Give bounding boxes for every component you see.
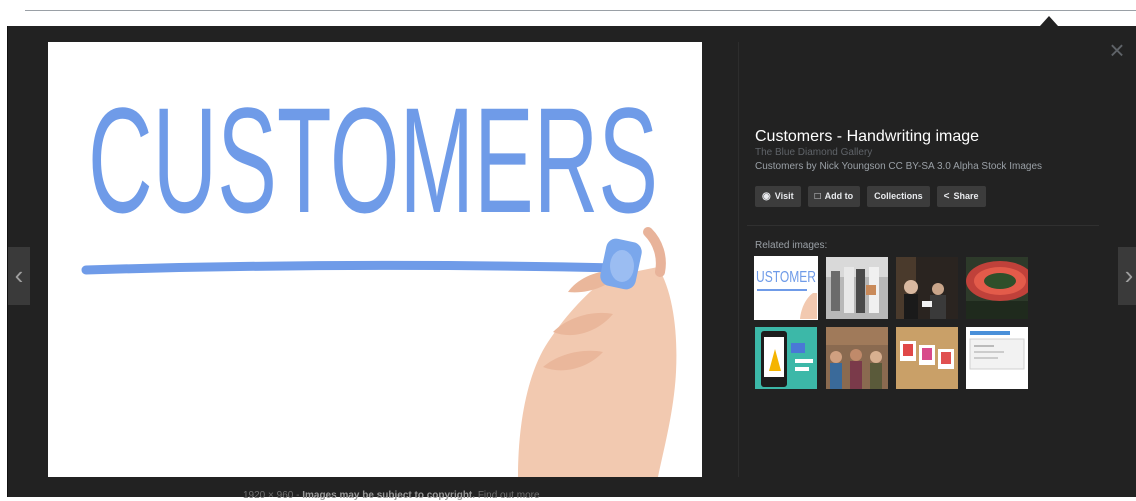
share-button[interactable]: < Share xyxy=(936,186,986,207)
related-thumb-2[interactable] xyxy=(826,257,888,319)
source-site[interactable]: The Blue Diamond Gallery xyxy=(755,147,1100,158)
related-thumb-7[interactable] xyxy=(896,327,958,389)
image-footer: 1920 × 960 - Images may be subject to co… xyxy=(243,490,540,501)
collections-label: Collections xyxy=(874,191,923,201)
customers-handwriting-illustration: CUSTOMERS xyxy=(48,42,702,477)
panel-divider xyxy=(738,42,739,477)
related-thumb-8[interactable] xyxy=(966,327,1028,389)
action-buttons: ◉ Visit □ Add to Collections < Share xyxy=(755,186,1100,207)
thumb-handwriting-text: USTOMER xyxy=(756,269,816,286)
image-dimensions: 1920 × 960 xyxy=(243,490,294,501)
related-thumb-5[interactable] xyxy=(755,327,817,389)
related-thumb-4[interactable] xyxy=(966,257,1028,319)
find-out-more-link[interactable]: Find out more xyxy=(478,490,540,501)
handwriting-text: CUSTOMERS xyxy=(88,76,658,244)
visit-button[interactable]: ◉ Visit xyxy=(755,186,801,207)
share-icon: < xyxy=(943,191,950,202)
related-thumb-1[interactable]: USTOMER xyxy=(754,256,818,320)
share-label: Share xyxy=(953,191,979,201)
image-description: Customers by Nick Youngson CC BY-SA 3.0 … xyxy=(755,161,1043,172)
collections-button[interactable]: Collections xyxy=(867,186,930,207)
add-to-button[interactable]: □ Add to xyxy=(807,186,861,207)
image-info: Customers - Handwriting image The Blue D… xyxy=(755,127,1100,207)
visit-label: Visit xyxy=(774,191,794,201)
related-images-label: Related images: xyxy=(755,240,828,251)
bookmark-icon: □ xyxy=(814,191,821,202)
previous-image-button[interactable]: ‹ xyxy=(8,247,30,305)
results-border xyxy=(25,10,1136,11)
close-icon[interactable]: × xyxy=(1105,37,1129,63)
panel-pointer xyxy=(1040,16,1058,26)
related-thumb-6[interactable] xyxy=(826,327,888,389)
next-image-button[interactable]: › xyxy=(1118,247,1136,305)
globe-icon: ◉ xyxy=(762,191,771,202)
image-title[interactable]: Customers - Handwriting image xyxy=(755,127,1100,147)
info-divider xyxy=(747,225,1099,226)
main-image[interactable]: CUSTOMERS xyxy=(48,42,702,477)
add-to-label: Add to xyxy=(824,191,854,201)
copyright-notice: Images may be subject to copyright. xyxy=(302,490,476,501)
related-thumb-3[interactable] xyxy=(896,257,958,319)
